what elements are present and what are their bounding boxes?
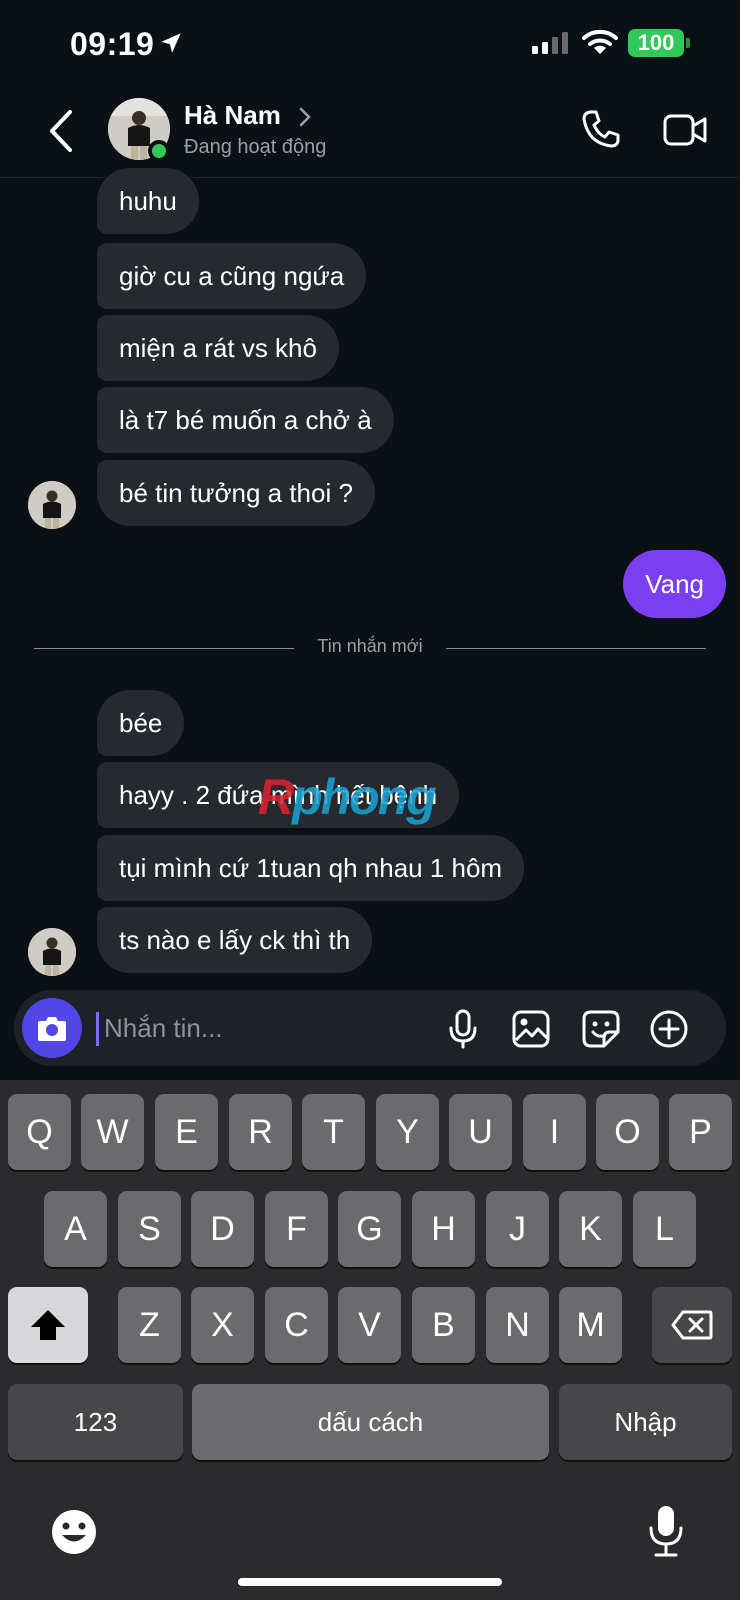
wifi-icon (582, 29, 618, 54)
cellular-signal-icon (532, 32, 568, 54)
status-bar: 09:19 100 (0, 0, 740, 88)
emoji-icon[interactable] (50, 1508, 98, 1556)
message-bubble-received[interactable]: là t7 bé muốn a chở à (97, 387, 394, 453)
key-l[interactable]: L (633, 1191, 696, 1267)
gallery-icon[interactable] (510, 1008, 552, 1050)
message-bubble-received[interactable]: bée (97, 690, 185, 756)
divider-line (446, 648, 706, 649)
key-c[interactable]: C (265, 1287, 328, 1363)
key-o[interactable]: O (596, 1094, 659, 1170)
shift-key[interactable] (8, 1287, 88, 1363)
camera-icon (38, 1017, 66, 1041)
location-arrow-icon (161, 33, 181, 53)
message-bubble-sent[interactable]: Vang (623, 550, 726, 618)
message-bubble-received[interactable]: miện a rát vs khô (97, 315, 339, 381)
key-y[interactable]: Y (376, 1094, 439, 1170)
key-e[interactable]: E (155, 1094, 218, 1170)
key-g[interactable]: G (338, 1191, 401, 1267)
key-m[interactable]: M (559, 1287, 622, 1363)
key-t[interactable]: T (302, 1094, 365, 1170)
onscreen-keyboard: Q W E R T Y U I O P A S D F G H J K L Z … (0, 1080, 740, 1600)
status-time: 09:19 (70, 26, 155, 62)
enter-key[interactable]: Nhập (559, 1384, 732, 1460)
add-circle-icon[interactable] (648, 1008, 690, 1050)
dictation-mic-icon[interactable] (646, 1504, 686, 1558)
sender-avatar[interactable] (28, 481, 76, 529)
contact-name[interactable]: Hà Nam (184, 100, 281, 131)
shift-arrow-icon (31, 1310, 65, 1340)
online-status-dot (148, 140, 170, 162)
video-call-icon[interactable] (662, 110, 708, 150)
watermark-logo: Rphong (258, 769, 437, 825)
camera-button[interactable] (22, 998, 82, 1058)
key-f[interactable]: F (265, 1191, 328, 1267)
message-bubble-received[interactable]: bé tin tưởng a thoi ? (97, 460, 375, 526)
message-input[interactable] (104, 1004, 434, 1052)
key-i[interactable]: I (523, 1094, 586, 1170)
key-v[interactable]: V (338, 1287, 401, 1363)
sender-avatar[interactable] (28, 928, 76, 976)
message-bubble-received[interactable]: ts nào e lấy ck thì th (97, 907, 373, 973)
contact-active-status: Đang hoạt động (184, 136, 327, 158)
key-q[interactable]: Q (8, 1094, 71, 1170)
home-indicator[interactable] (238, 1578, 502, 1586)
key-a[interactable]: A (44, 1191, 107, 1267)
text-cursor (96, 1012, 99, 1046)
key-u[interactable]: U (449, 1094, 512, 1170)
microphone-icon[interactable] (442, 1008, 484, 1050)
message-bubble-received[interactable]: huhu (97, 168, 199, 234)
key-w[interactable]: W (81, 1094, 144, 1170)
key-x[interactable]: X (191, 1287, 254, 1363)
sticker-icon[interactable] (580, 1008, 622, 1050)
battery-indicator: 100 (628, 29, 690, 57)
phone-call-icon[interactable] (580, 108, 622, 150)
key-r[interactable]: R (229, 1094, 292, 1170)
key-z[interactable]: Z (118, 1287, 181, 1363)
message-composer (14, 990, 726, 1066)
key-p[interactable]: P (669, 1094, 732, 1170)
key-h[interactable]: H (412, 1191, 475, 1267)
numbers-key[interactable]: 123 (8, 1384, 183, 1460)
divider-label: Tin nhắn mới (317, 636, 423, 656)
new-messages-divider: Tin nhắn mới (34, 636, 706, 660)
chevron-right-icon[interactable] (298, 106, 312, 128)
message-bubble-received[interactable]: giờ cu a cũng ngứa (97, 243, 367, 309)
key-d[interactable]: D (191, 1191, 254, 1267)
back-chevron-icon[interactable] (44, 108, 80, 154)
key-s[interactable]: S (118, 1191, 181, 1267)
chat-header: Hà Nam Đang hoạt động (0, 88, 740, 178)
key-j[interactable]: J (486, 1191, 549, 1267)
space-key[interactable]: dấu cách (192, 1384, 549, 1460)
key-n[interactable]: N (486, 1287, 549, 1363)
key-b[interactable]: B (412, 1287, 475, 1363)
key-k[interactable]: K (559, 1191, 622, 1267)
backspace-icon (671, 1310, 713, 1340)
message-bubble-received[interactable]: tụi mình cứ 1tuan qh nhau 1 hôm (97, 835, 525, 901)
backspace-key[interactable] (652, 1287, 732, 1363)
